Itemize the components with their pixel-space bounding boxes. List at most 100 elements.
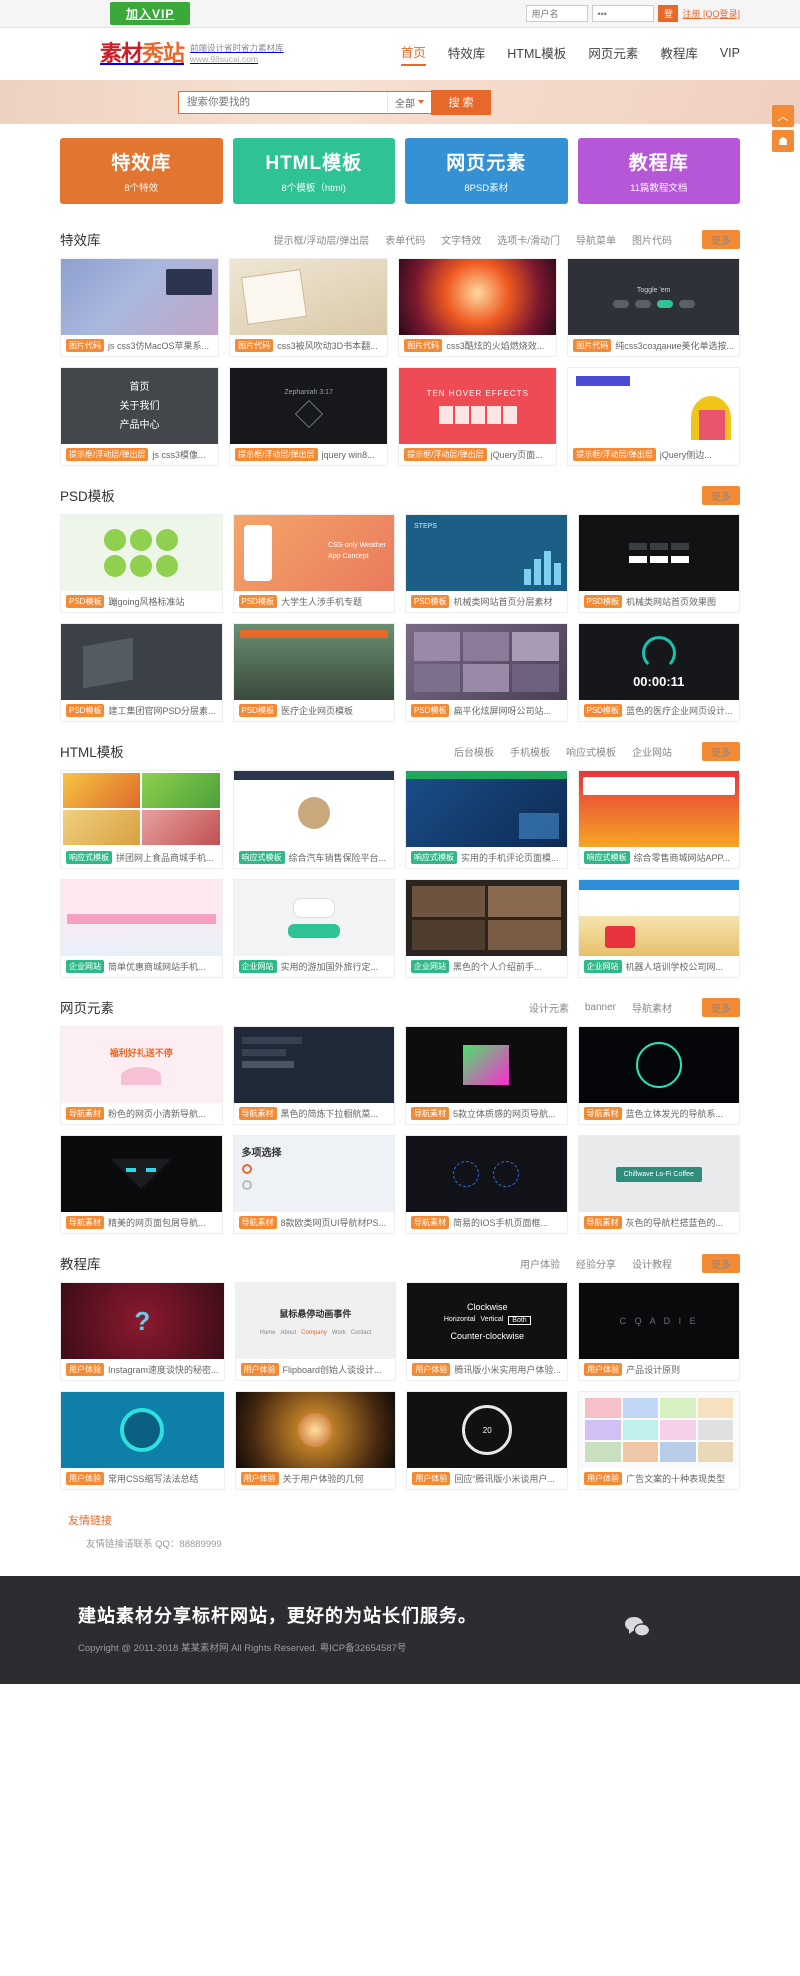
item-card[interactable]: 导航素材 简易的IOS手机页面框... (405, 1135, 568, 1234)
item-card[interactable]: 导航素材 黑色的简炼下拉橱航菜... (232, 1026, 395, 1125)
search-scope-label: 全部 (395, 98, 415, 110)
tag-link[interactable]: 设计元素 (529, 1000, 569, 1015)
nav-item-effects[interactable]: 特效库 (448, 43, 486, 65)
item-card[interactable]: ? 用户体验 Instagram速度谈快的秘密... (60, 1282, 225, 1381)
tag-link[interactable]: 文字特效 (441, 232, 481, 247)
item-thumbnail (61, 515, 222, 591)
nav-item-html-templates[interactable]: HTML模板 (507, 43, 566, 65)
user-icon[interactable]: ☗ (772, 130, 794, 152)
item-card[interactable]: CSS-only Weather App Concept PSD模板 大学生人涉手机… (232, 514, 395, 613)
card-html-templates[interactable]: HTML模板 8个模板（html) (232, 138, 395, 204)
tag-link[interactable]: 图片代码 (632, 232, 672, 247)
item-card[interactable]: 用户体验 广告文案的十种表现类型 (578, 1391, 740, 1490)
card-tutorials[interactable]: 教程库 11篇教程文档 (577, 138, 740, 204)
category-cards: 特效库 8个特效 HTML模板 8个模板（html) 网页元素 8PSD素材 教… (60, 124, 740, 210)
join-vip-button[interactable]: 加入VIP (110, 2, 191, 25)
item-card[interactable]: 导航素材 精美的网页面包屑导航... (60, 1135, 223, 1234)
item-card[interactable]: 00:00:11 PSD模板 蓝色的医疗企业网页设计... (577, 623, 740, 722)
password-input[interactable] (592, 5, 655, 22)
search-input[interactable] (179, 91, 387, 113)
item-card[interactable]: 多项选择 导航素材 8款欧类网页UI导航材PS... (232, 1135, 395, 1234)
item-card[interactable]: 企业网站 黑色的个人介绍前手... (405, 879, 568, 978)
top-bar: 加入VIP 登 注册 [QQ登录] (0, 0, 800, 28)
item-card[interactable]: PSD模板 蹦going风格标准站 (60, 514, 223, 613)
item-card[interactable]: 企业网站 实用的游加国外旅行定... (232, 879, 395, 978)
tag-link[interactable]: 表单代码 (385, 232, 425, 247)
item-card[interactable]: STEPS PSD模板 机械类网站首页分层素材 (405, 514, 568, 613)
item-card[interactable]: PSD模板 机械类网站首页效果图 (577, 514, 740, 613)
item-card[interactable]: 响应式模板 综合汽车销售保险平台... (232, 770, 395, 869)
card-subtitle: 8个模板（html) (281, 183, 346, 194)
item-title: jQuery侧边... (659, 450, 712, 460)
item-card[interactable]: 20 用户体验 回应“腾讯版小米谈用户... (406, 1391, 569, 1490)
section-tags: 用户体验 经验分享 设计教程 更多 (520, 1253, 740, 1273)
tag-link[interactable]: banner (585, 1002, 616, 1013)
item-card[interactable]: 首页 关于我们 产品中心 提示框/浮动层/弹出层 js css3模像... (60, 367, 220, 466)
item-title: 黑色的个人介绍前手... (453, 962, 542, 972)
item-card[interactable]: PSD模板 建工集团官网PSD分层素... (60, 623, 223, 722)
tag-link[interactable]: 后台模板 (454, 744, 494, 759)
more-button[interactable]: 更多 (702, 1253, 740, 1273)
more-button[interactable]: 更多 (702, 229, 740, 249)
item-badge: PSD模板 (583, 595, 622, 608)
tag-link[interactable]: 选项卡/滑动门 (497, 232, 560, 247)
nav-item-tutorials[interactable]: 教程库 (660, 43, 698, 65)
item-card[interactable]: PSD模板 医疗企业网页模板 (232, 623, 395, 722)
item-card[interactable]: TEN HOVER EFFECTS 提示框/浮动层/弹出层 jQuery页面... (398, 367, 558, 466)
item-card[interactable]: 企业网站 简单优惠商城网站手机... (60, 879, 223, 978)
more-button[interactable]: 更多 (702, 741, 740, 761)
more-button[interactable]: 更多 (702, 485, 740, 505)
item-thumbnail (406, 771, 567, 847)
item-card[interactable]: 图片代码 js css3仿MacOS苹果系... (60, 258, 220, 357)
search-scope-select[interactable]: 全部 (387, 91, 431, 113)
tag-link[interactable]: 手机模板 (510, 744, 550, 759)
more-button[interactable]: 更多 (702, 997, 740, 1017)
site-logo[interactable]: 素材秀站 前端设计省时省力素材库 www.98sucai.com (100, 43, 284, 66)
item-thumbnail (233, 771, 394, 847)
item-card[interactable]: 鼠标悬停动画事件 Home About Company Work Contact 用户体… (234, 1282, 397, 1381)
item-title: 产品设计原则 (626, 1365, 681, 1375)
item-card[interactable]: 响应式模板 拼团网上食品商城手机... (60, 770, 223, 869)
item-card[interactable]: 图片代码 css3被风吹动3D书本翻... (229, 258, 389, 357)
item-card[interactable]: 提示框/浮动层/弹出层 jQuery侧边... (567, 367, 740, 466)
item-card[interactable]: 响应式模板 实用的手机评论页面模... (405, 770, 568, 869)
item-card[interactable]: C Q A D I E 用户体验 产品设计原则 (578, 1282, 740, 1381)
item-card[interactable]: Chillwave Lo-Fi Coffee 导航素材 灰色的导航栏搭蓝色的... (577, 1135, 740, 1234)
tag-link[interactable]: 企业网站 (632, 744, 672, 759)
item-card[interactable]: 导航素材 5款立体质感的网页导航... (405, 1026, 568, 1125)
site-footer: 建站素材分享标杆网站，更好的为站长们服务。 Copyright @ 2011-2… (0, 1576, 800, 1684)
login-button[interactable]: 登 (658, 5, 679, 22)
tag-link[interactable]: 经验分享 (576, 1256, 616, 1271)
nav-item-vip[interactable]: VIP (720, 46, 740, 63)
search-button[interactable]: 搜 索 (431, 89, 491, 115)
tag-link[interactable]: 用户体验 (520, 1256, 560, 1271)
item-card[interactable]: Clockwise Horizontal Vertical Both Counter… (406, 1282, 569, 1381)
item-card[interactable]: 导航素材 蓝色立体发光的导航系... (577, 1026, 740, 1125)
item-thumbnail (230, 259, 388, 335)
item-title: Flipboard创始人谈设计... (282, 1365, 382, 1375)
username-input[interactable] (526, 5, 589, 22)
item-card[interactable]: PSD模板 扁平化炫屏网呀公司站... (405, 623, 568, 722)
item-card[interactable]: 福利好礼送不停 导航素材 粉色的网页小清新导航... (60, 1026, 223, 1125)
item-badge: 导航素材 (583, 1107, 622, 1120)
item-card[interactable]: 企业网站 机器人培训学校公司网... (577, 879, 740, 978)
item-card[interactable]: 图片代码 css3酷炫的火焰燃烧效... (398, 258, 558, 357)
item-badge: 用户体验 (412, 1363, 451, 1376)
card-effects[interactable]: 特效库 8个特效 (60, 138, 223, 204)
tag-link[interactable]: 提示框/浮动层/弹出层 (274, 232, 370, 247)
item-card[interactable]: 用户体验 常用CSS缩写法法总结 (60, 1391, 225, 1490)
nav-item-home[interactable]: 首页 (400, 42, 426, 66)
tag-link[interactable]: 响应式模板 (566, 744, 616, 759)
tag-link[interactable]: 导航素材 (632, 1000, 672, 1015)
card-web-elements[interactable]: 网页元素 8PSD素材 (405, 138, 568, 204)
register-link[interactable]: 注册 [QQ登录] (682, 7, 740, 20)
item-card[interactable]: 用户体验 关于用户体验的几何 (234, 1391, 397, 1490)
nav-item-web-elements[interactable]: 网页元素 (588, 43, 638, 65)
scroll-top-icon[interactable]: ︿ (772, 105, 794, 127)
item-card[interactable]: Zephaniah 3:17 提示框/浮动层/弹出层 jquery win8... (229, 367, 389, 466)
tag-link[interactable]: 导航菜单 (576, 232, 616, 247)
item-card[interactable]: Toggle 'em 图片代码 纯css3создание美化单选按... (567, 258, 740, 357)
item-badge: 企业网站 (583, 960, 622, 973)
item-card[interactable]: 响应式模板 综合零售商城网站APP... (577, 770, 740, 869)
tag-link[interactable]: 设计教程 (632, 1256, 672, 1271)
